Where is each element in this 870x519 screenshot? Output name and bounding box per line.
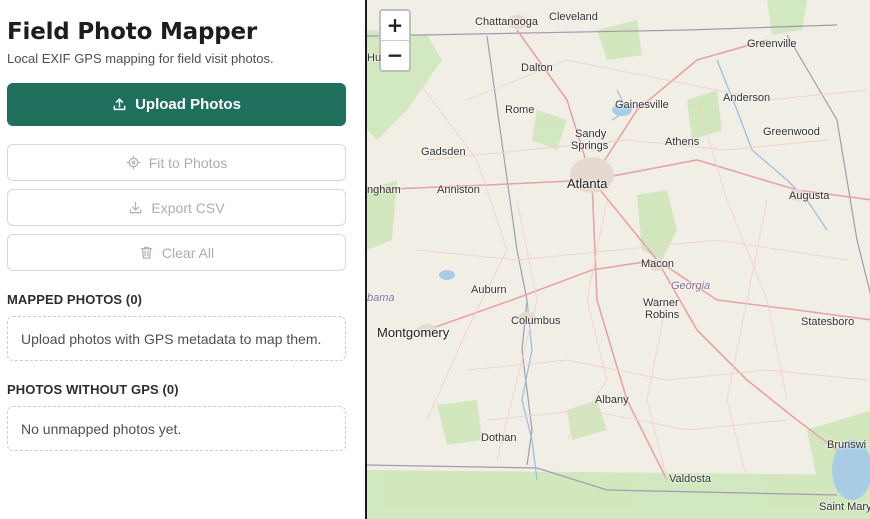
map-label: Sandy [575,128,607,140]
map-label: Augusta [789,190,830,202]
clear-all-label: Clear All [161,244,215,261]
map-label: Macon [641,258,675,270]
map-label: Anderson [723,92,771,104]
map-label: Statesboro [801,316,855,328]
map-tiles [367,0,870,519]
clear-all-button[interactable]: Clear All [7,234,346,271]
upload-photos-label: Upload Photos [135,96,241,113]
map-label: Saint Mary [819,501,870,513]
map-label: bama [367,292,395,304]
unmapped-photos-empty-state: No unmapped photos yet. [7,406,346,451]
map-label: Greenwood [763,126,820,138]
photos-without-gps-heading: PHOTOS WITHOUT GPS (0) [7,382,179,397]
map-label: Montgomery [377,325,450,340]
app-title: Field Photo Mapper [7,19,258,45]
map-label: Atlanta [567,176,608,191]
map-label: Robins [645,309,680,321]
map-label: Dalton [521,62,553,74]
map-label: Greenville [747,38,797,50]
mapped-photos-empty-state: Upload photos with GPS metadata to map t… [7,316,346,361]
map-label: Hu [367,52,382,64]
map-label: Warner [643,297,679,309]
map-label: Valdosta [669,473,711,485]
upload-photos-button[interactable]: Upload Photos [7,83,346,126]
map-label: Albany [595,394,629,406]
sidebar: Field Photo Mapper Local EXIF GPS mappin… [0,0,365,519]
zoom-out-button[interactable]: − [381,41,409,71]
map-label: Athens [665,136,700,148]
map-label: Columbus [511,315,561,327]
crosshair-icon [126,155,141,170]
map-label: Dothan [481,432,517,444]
mapped-photos-heading: MAPPED PHOTOS (0) [7,292,143,307]
map-label: Springs [571,140,609,152]
map-label: ngham [367,184,401,196]
download-icon [128,200,143,215]
map-label: Gadsden [421,146,466,158]
upload-icon [112,97,127,112]
app-subtitle: Local EXIF GPS mapping for field visit p… [7,51,274,66]
zoom-control: + − [379,9,411,72]
fit-to-photos-button[interactable]: Fit to Photos [7,144,346,181]
export-csv-button[interactable]: Export CSV [7,189,346,226]
map-label: Brunswi [827,439,867,451]
map-label: Gainesville [615,99,669,111]
export-csv-label: Export CSV [151,199,225,216]
map-view[interactable]: + − Chattanooga Cleveland Greenville Hu … [365,0,870,519]
fit-to-photos-label: Fit to Photos [148,154,228,171]
trash-icon [139,245,154,260]
zoom-in-button[interactable]: + [381,11,409,41]
map-label: Anniston [437,184,480,196]
map-label: Rome [505,104,535,116]
map-label: Chattanooga [475,16,538,28]
map-label: Auburn [471,284,507,296]
map-label: Georgia [671,280,711,292]
map-label: Cleveland [549,11,598,23]
